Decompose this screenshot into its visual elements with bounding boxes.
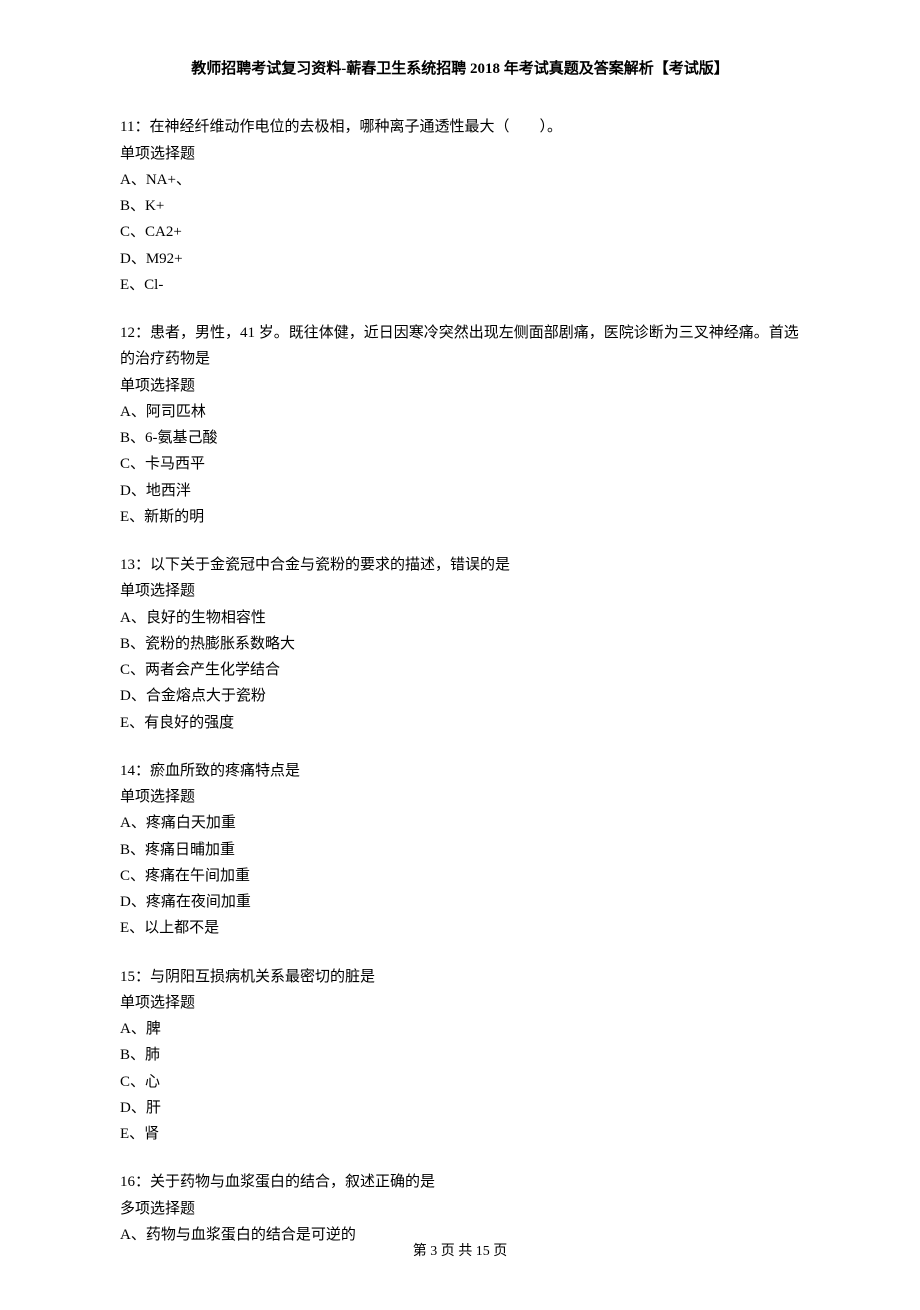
option: D、地西泮 bbox=[120, 478, 800, 504]
option: C、卡马西平 bbox=[120, 451, 800, 477]
question-type: 单项选择题 bbox=[120, 373, 800, 399]
option: A、脾 bbox=[120, 1016, 800, 1042]
question-type: 单项选择题 bbox=[120, 141, 800, 167]
question-stem: 15：与阴阳互损病机关系最密切的脏是 bbox=[120, 964, 800, 990]
question-16: 16：关于药物与血浆蛋白的结合，叙述正确的是 多项选择题 A、药物与血浆蛋白的结… bbox=[120, 1169, 800, 1248]
question-type: 单项选择题 bbox=[120, 784, 800, 810]
option: E、肾 bbox=[120, 1121, 800, 1147]
option: B、瓷粉的热膨胀系数略大 bbox=[120, 631, 800, 657]
question-12: 12：患者，男性，41 岁。既往体健，近日因寒冷突然出现左侧面部剧痛，医院诊断为… bbox=[120, 320, 800, 530]
page-footer: 第 3 页 共 15 页 bbox=[0, 1240, 920, 1260]
question-stem: 16：关于药物与血浆蛋白的结合，叙述正确的是 bbox=[120, 1169, 800, 1195]
question-11: 11：在神经纤维动作电位的去极相，哪种离子通透性最大（ ）。 单项选择题 A、N… bbox=[120, 114, 800, 298]
option: D、疼痛在夜间加重 bbox=[120, 889, 800, 915]
question-type: 单项选择题 bbox=[120, 578, 800, 604]
option: B、肺 bbox=[120, 1042, 800, 1068]
option: C、CA2+ bbox=[120, 219, 800, 245]
option: D、合金熔点大于瓷粉 bbox=[120, 683, 800, 709]
option: C、两者会产生化学结合 bbox=[120, 657, 800, 683]
question-type: 单项选择题 bbox=[120, 990, 800, 1016]
option: E、Cl- bbox=[120, 272, 800, 298]
option: E、以上都不是 bbox=[120, 915, 800, 941]
option: A、阿司匹林 bbox=[120, 399, 800, 425]
option: A、疼痛白天加重 bbox=[120, 810, 800, 836]
option: C、心 bbox=[120, 1069, 800, 1095]
option: C、疼痛在午间加重 bbox=[120, 863, 800, 889]
option: B、6-氨基己酸 bbox=[120, 425, 800, 451]
question-type: 多项选择题 bbox=[120, 1196, 800, 1222]
question-stem: 13：以下关于金瓷冠中合金与瓷粉的要求的描述，错误的是 bbox=[120, 552, 800, 578]
question-13: 13：以下关于金瓷冠中合金与瓷粉的要求的描述，错误的是 单项选择题 A、良好的生… bbox=[120, 552, 800, 736]
question-15: 15：与阴阳互损病机关系最密切的脏是 单项选择题 A、脾 B、肺 C、心 D、肝… bbox=[120, 964, 800, 1148]
option: E、有良好的强度 bbox=[120, 710, 800, 736]
question-stem: 12：患者，男性，41 岁。既往体健，近日因寒冷突然出现左侧面部剧痛，医院诊断为… bbox=[120, 320, 800, 373]
page-header: 教师招聘考试复习资料-蕲春卫生系统招聘 2018 年考试真题及答案解析【考试版】 bbox=[120, 56, 800, 82]
option: E、新斯的明 bbox=[120, 504, 800, 530]
option: A、良好的生物相容性 bbox=[120, 605, 800, 631]
option: B、K+ bbox=[120, 193, 800, 219]
option: B、疼痛日晡加重 bbox=[120, 837, 800, 863]
option: A、NA+、 bbox=[120, 167, 800, 193]
question-stem: 14：瘀血所致的疼痛特点是 bbox=[120, 758, 800, 784]
option: D、肝 bbox=[120, 1095, 800, 1121]
question-stem: 11：在神经纤维动作电位的去极相，哪种离子通透性最大（ ）。 bbox=[120, 114, 800, 140]
page-content: 教师招聘考试复习资料-蕲春卫生系统招聘 2018 年考试真题及答案解析【考试版】… bbox=[0, 0, 920, 1310]
option: D、M92+ bbox=[120, 246, 800, 272]
question-14: 14：瘀血所致的疼痛特点是 单项选择题 A、疼痛白天加重 B、疼痛日晡加重 C、… bbox=[120, 758, 800, 942]
